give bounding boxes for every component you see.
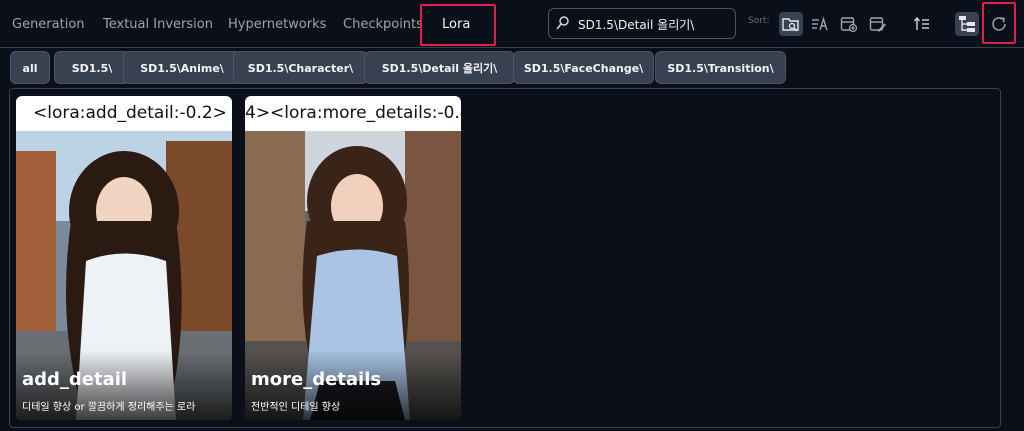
filter-sd15-anime[interactable]: SD1.5\Anime\: [123, 51, 241, 84]
search-icon: [556, 16, 569, 30]
extra-networks-tabbar: Generation Textual Inversion Hypernetwor…: [0, 0, 1024, 48]
tab-checkpoints[interactable]: Checkpoints: [343, 10, 423, 40]
lora-card-more-details[interactable]: 4><lora:more_details:-0.4> more_details …: [245, 96, 461, 420]
tab-generation[interactable]: Generation: [12, 10, 85, 40]
search-input[interactable]: SD1.5\Detail 올리기\: [578, 16, 694, 33]
filter-sd15-character[interactable]: SD1.5\Character\: [233, 51, 368, 84]
sort-label: Sort:: [748, 16, 770, 26]
sort-by-path-button[interactable]: [779, 12, 803, 36]
card-title: more_details: [251, 369, 382, 390]
sort-by-date-modified-button[interactable]: [866, 12, 890, 36]
filter-sd15-facechange[interactable]: SD1.5\FaceChange\: [513, 51, 654, 84]
filter-sd15-detail[interactable]: SD1.5\Detail 올리기\: [364, 51, 515, 84]
sort-by-path-icon: [782, 18, 799, 32]
sort-by-date-created-icon: [840, 17, 858, 33]
tree-view-button[interactable]: [955, 12, 979, 36]
card-description: 전반적인 디테일 향상: [251, 402, 341, 413]
tree-view-icon: [959, 16, 975, 32]
sort-by-date-created-button[interactable]: [837, 12, 861, 36]
tab-textual-inversion[interactable]: Textual Inversion: [103, 10, 213, 40]
sort-order-icon: [913, 16, 929, 30]
search-box[interactable]: SD1.5\Detail 올리기\: [548, 8, 736, 39]
card-description: 디테일 향상 or 깔끔하게 정리해주는 로라: [22, 402, 196, 413]
lora-card-add-detail[interactable]: <lora:add_detail:-0.2> add_detail 디테일 향상…: [16, 96, 232, 420]
refresh-highlight: [982, 2, 1016, 44]
lora-tab-highlight: [420, 4, 496, 46]
card-title: add_detail: [22, 369, 128, 390]
sort-by-name-button[interactable]: [808, 12, 832, 36]
card-prompt-preview: <lora:add_detail:-0.2>: [16, 96, 232, 131]
filter-sd15-transition[interactable]: SD1.5\Transition\: [655, 51, 786, 84]
card-prompt-preview: 4><lora:more_details:-0.4>: [245, 96, 461, 131]
filter-sd15[interactable]: SD1.5\: [54, 51, 130, 84]
sort-order-button[interactable]: [910, 12, 934, 36]
filter-all[interactable]: all: [10, 51, 50, 84]
sort-by-date-modified-icon: [869, 17, 886, 32]
sort-by-name-icon: [812, 16, 828, 31]
tab-hypernetworks[interactable]: Hypernetworks: [228, 10, 326, 40]
